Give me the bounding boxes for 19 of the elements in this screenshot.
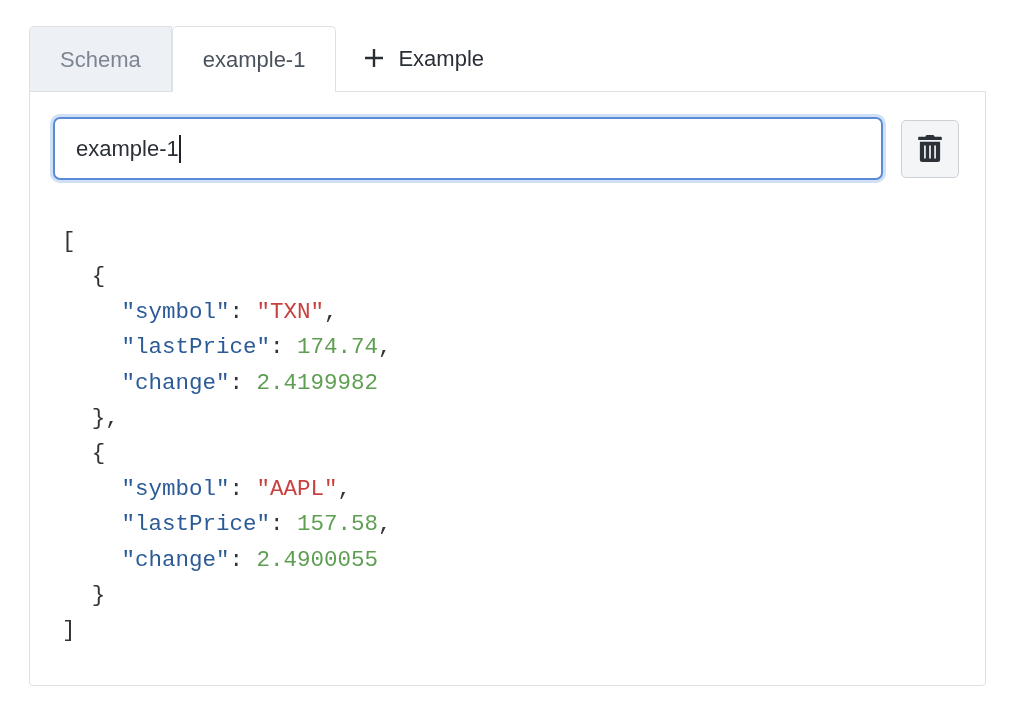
tab[interactable]: example-1 — [171, 26, 337, 92]
code-line: }, — [91, 404, 119, 434]
plus-icon — [364, 48, 385, 68]
code-line: "lastPrice": 157.58, — [121, 510, 392, 540]
code-line: ] — [62, 616, 76, 646]
code-line: "symbol": "TXN", — [121, 297, 338, 327]
code-line: "change": 2.4199982 — [121, 368, 378, 398]
add-example-button[interactable]: Example — [336, 25, 503, 91]
code-line: "symbol": "AAPL", — [121, 474, 351, 504]
input-field[interactable]: example-1 — [53, 117, 883, 180]
code-line: } — [91, 581, 106, 611]
delete-button[interactable] — [901, 119, 959, 178]
code-line: { — [91, 439, 106, 469]
code-line: [ — [62, 227, 76, 256]
trash-icon — [918, 135, 942, 162]
code-line: { — [91, 262, 106, 292]
code-line: "lastPrice": 174.74, — [121, 333, 392, 363]
code-line: "change": 2.4900055 — [121, 545, 378, 575]
text-cursor-icon — [178, 134, 181, 163]
